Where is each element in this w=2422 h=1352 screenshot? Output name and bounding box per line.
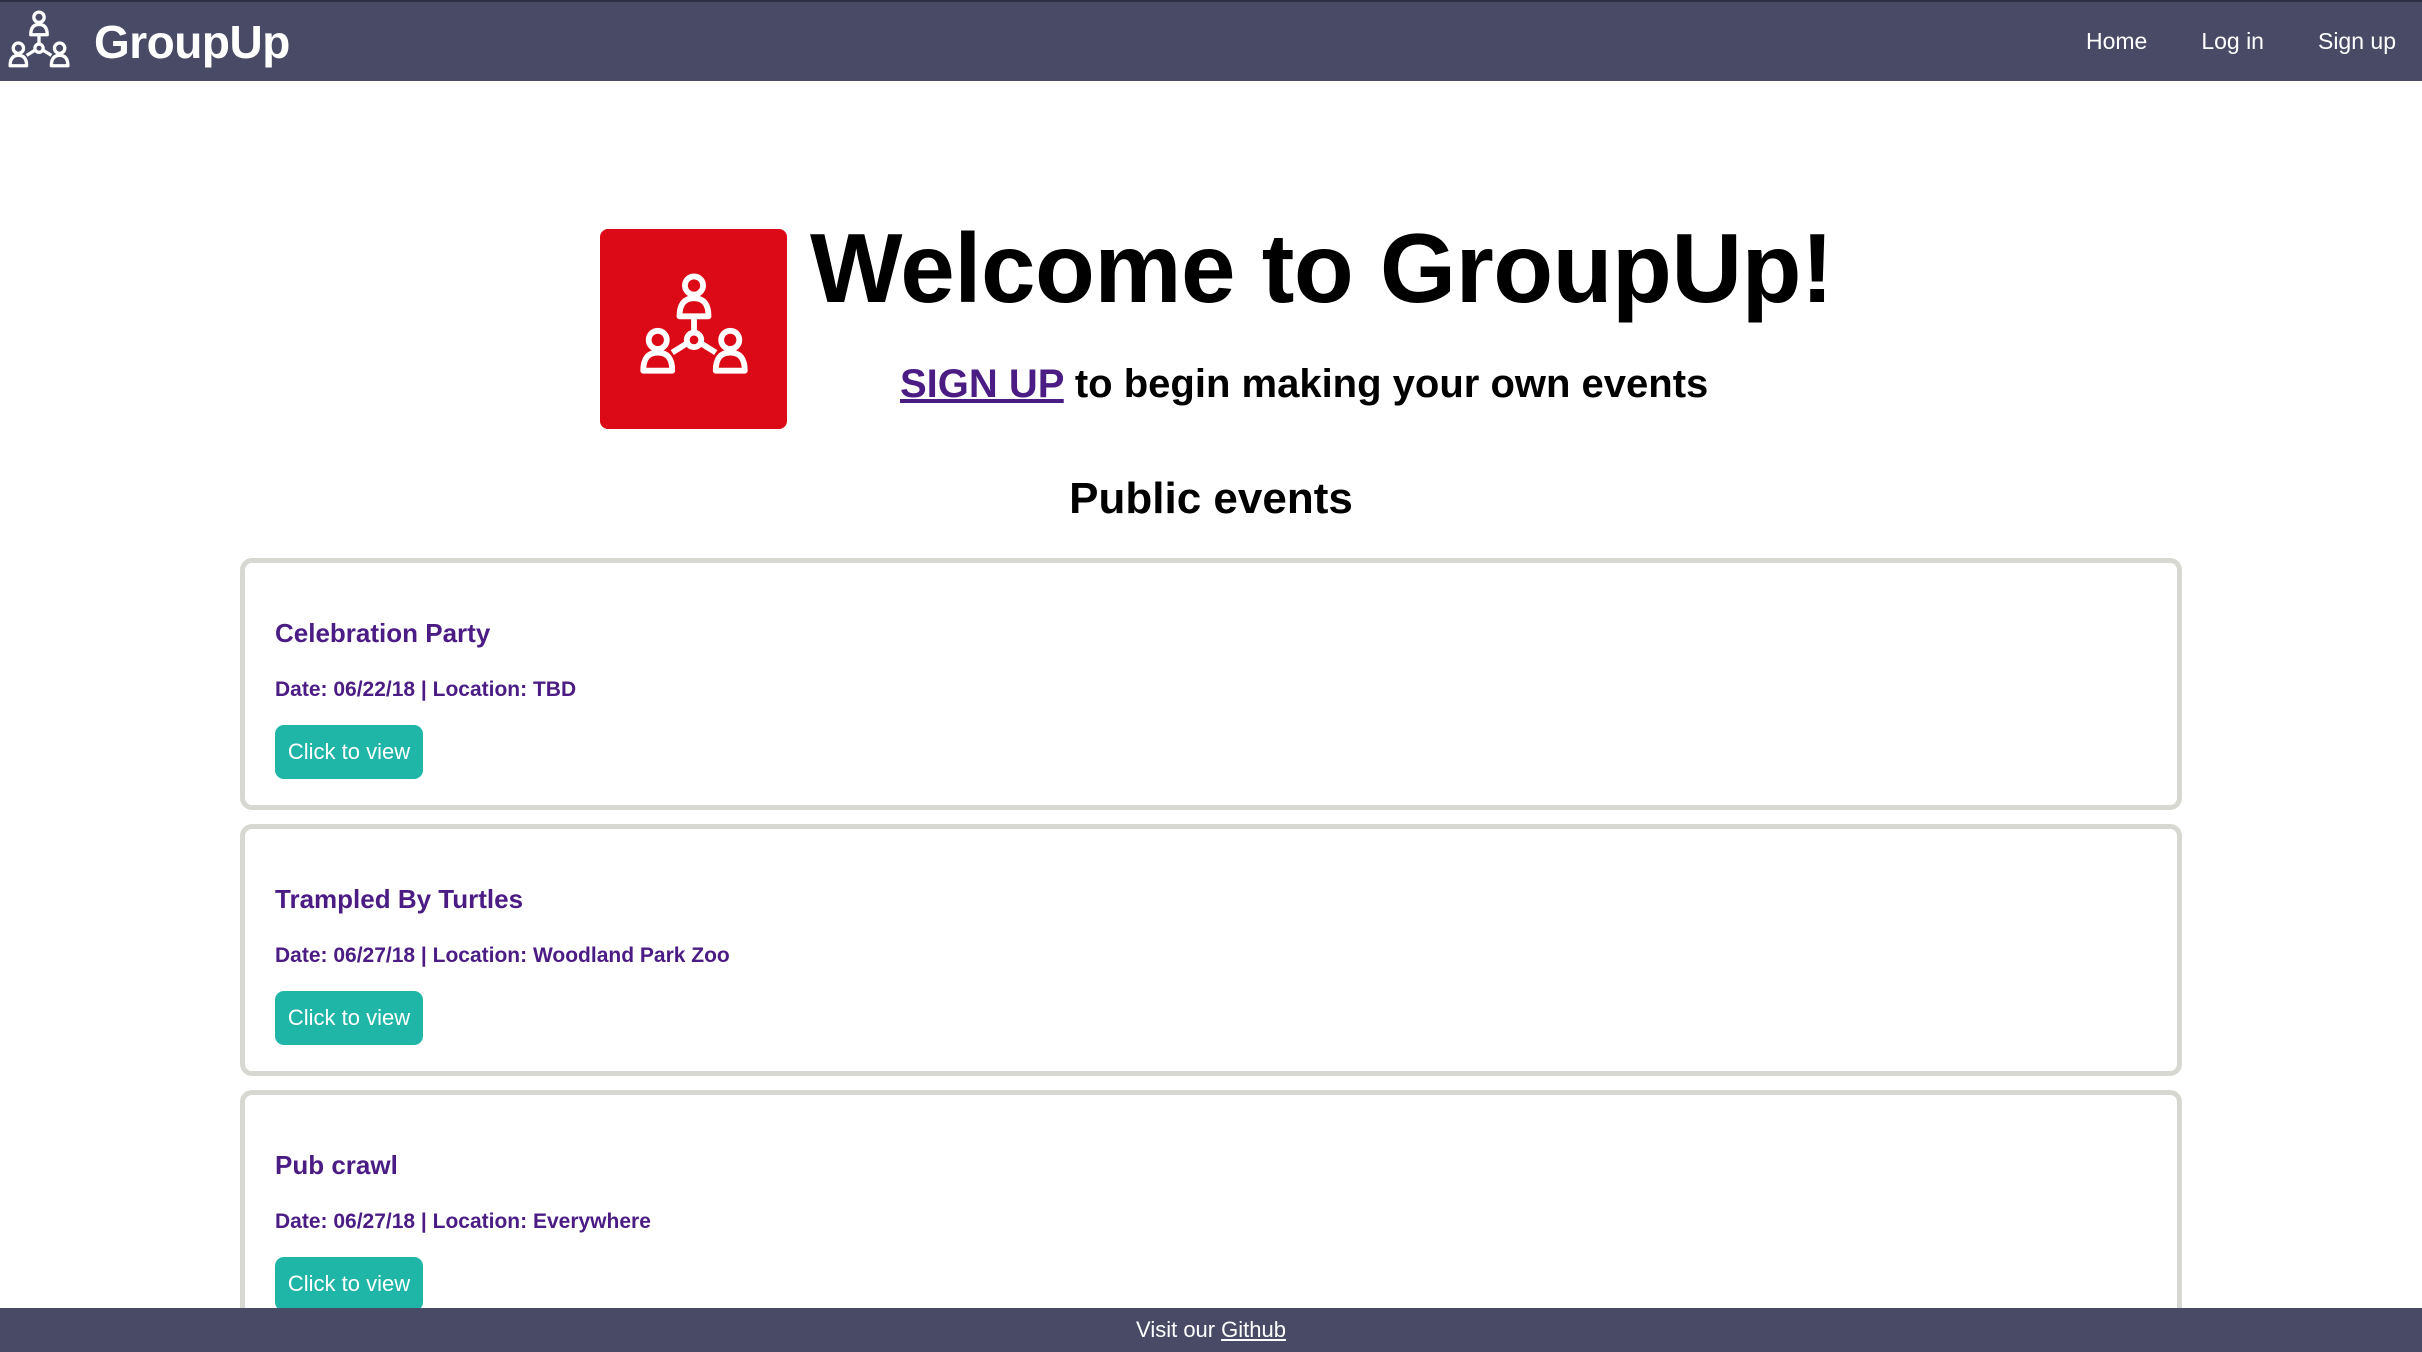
view-event-button[interactable]: Click to view: [275, 991, 423, 1045]
group-network-icon: [8, 9, 70, 67]
nav-links: Home Log in Sign up: [2032, 2, 2396, 81]
hero-subtitle-text: to begin making your own events: [1063, 362, 1709, 406]
footer-text: Visit our: [1136, 1317, 1216, 1342]
hero-logo: [600, 229, 787, 429]
nav-home-link[interactable]: Home: [2086, 28, 2147, 55]
footer: Visit our Github: [0, 1308, 2422, 1352]
view-event-button[interactable]: Click to view: [275, 1257, 423, 1311]
nav-login-link[interactable]: Log in: [2201, 28, 2264, 55]
page: GroupUp Home Log in Sign up Welcome to G…: [0, 0, 2422, 1352]
event-meta: Date: 06/27/18 | Location: Woodland Park…: [275, 944, 730, 967]
page-title: Welcome to GroupUp!: [810, 213, 1834, 323]
view-event-button[interactable]: Click to view: [275, 725, 423, 779]
event-title: Celebration Party: [275, 618, 491, 648]
hero-subtitle: SIGN UP to begin making your own events: [900, 362, 1800, 407]
event-title: Pub crawl: [275, 1150, 398, 1180]
event-card: Celebration Party Date: 06/22/18 | Locat…: [240, 558, 2182, 810]
event-list: Celebration Party Date: 06/22/18 | Locat…: [240, 558, 2182, 1352]
nav-signup-link[interactable]: Sign up: [2318, 28, 2396, 55]
event-meta: Date: 06/27/18 | Location: Everywhere: [275, 1210, 651, 1233]
public-events-heading: Public events: [1069, 474, 1353, 523]
signup-cta-link[interactable]: SIGN UP: [900, 362, 1064, 406]
group-network-icon: [639, 273, 748, 374]
brand-name: GroupUp: [94, 15, 290, 68]
event-meta: Date: 06/22/18 | Location: TBD: [275, 678, 577, 701]
event-card: Pub crawl Date: 06/27/18 | Location: Eve…: [240, 1090, 2182, 1342]
navbar: GroupUp Home Log in Sign up: [0, 0, 2422, 81]
event-card: Trampled By Turtles Date: 06/27/18 | Loc…: [240, 824, 2182, 1076]
github-link[interactable]: Github: [1221, 1317, 1286, 1343]
event-title: Trampled By Turtles: [275, 884, 524, 914]
brand-link[interactable]: GroupUp: [6, 9, 290, 75]
